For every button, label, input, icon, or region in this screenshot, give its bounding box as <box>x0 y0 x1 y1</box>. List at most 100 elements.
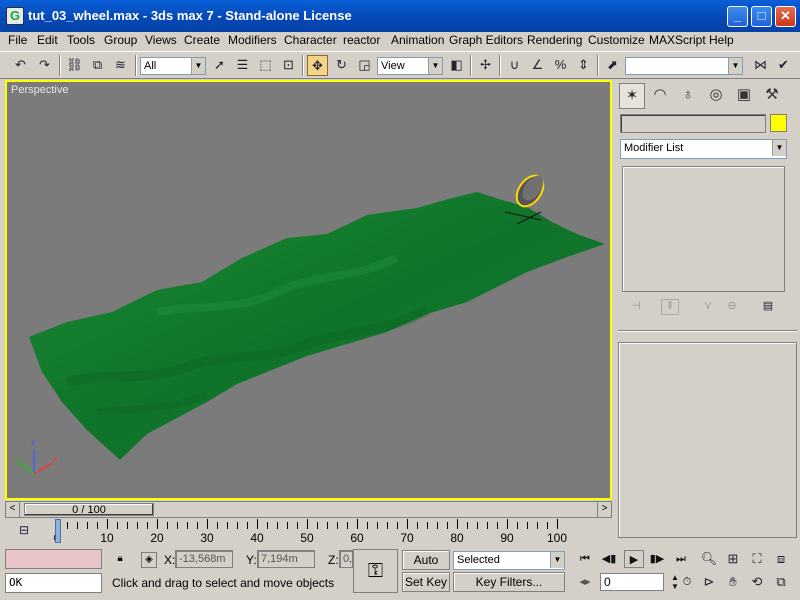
menu-views[interactable]: Views <box>145 33 177 47</box>
pin-stack-icon[interactable]: ⊣ <box>627 299 645 315</box>
x-coordinate-field[interactable]: -13,568m <box>175 550 233 568</box>
zoom-extents-all-icon[interactable]: ⧈ <box>771 549 791 569</box>
time-slider[interactable]: < 0 / 100 > <box>5 501 612 518</box>
toolbar-separator <box>135 55 137 76</box>
y-coordinate-field[interactable]: 7,194m <box>257 550 315 568</box>
prompt-line: Click and drag to select and move object… <box>112 576 335 590</box>
time-slider-prev-icon[interactable]: < <box>6 502 20 517</box>
current-frame-field[interactable]: 0 <box>600 573 664 591</box>
arc-rotate-icon[interactable]: ⟲ <box>747 572 767 592</box>
modifier-stack[interactable] <box>622 166 785 292</box>
hierarchy-tab-icon[interactable]: ♁ <box>675 83 701 109</box>
absolute-mode-icon[interactable]: ◈ <box>141 552 157 568</box>
maximize-button[interactable]: □ <box>751 6 772 27</box>
align-icon[interactable]: ✔ <box>773 55 794 76</box>
show-end-result-icon[interactable]: ‖ <box>661 299 679 315</box>
zoom-extents-icon[interactable]: ⛶ <box>747 549 767 569</box>
pan-view-icon[interactable]: ✋︎ <box>723 572 743 592</box>
angle-snap-icon[interactable]: ∠ <box>527 55 548 76</box>
object-name-field[interactable] <box>620 114 766 133</box>
z-coordinate-field[interactable]: 0,0 <box>339 550 353 568</box>
modify-tab-icon[interactable]: ◠ <box>647 83 673 109</box>
snaps-toggle-icon[interactable]: ∪ <box>504 55 525 76</box>
maxscript-listener-input[interactable] <box>5 549 102 569</box>
redo-icon[interactable]: ↷ <box>34 55 55 76</box>
close-button[interactable]: ✕ <box>775 6 796 27</box>
open-mini-curve-editor-icon[interactable]: ⊟ <box>19 523 29 537</box>
window-crossing-icon[interactable]: ⊡ <box>278 55 299 76</box>
key-filters-button[interactable]: Key Filters... <box>453 572 565 592</box>
time-slider-next-icon[interactable]: > <box>597 502 611 517</box>
named-selection-dropdown[interactable]: ▼ <box>625 57 743 75</box>
app-icon[interactable]: G <box>6 7 24 25</box>
maximize-viewport-icon[interactable]: ⧉ <box>771 572 791 592</box>
select-and-link-icon[interactable]: ⛓ <box>64 55 85 76</box>
menu-rendering[interactable]: Rendering <box>527 33 582 47</box>
set-keys-key-icon[interactable]: ⚿ <box>353 549 398 593</box>
key-mode-dropdown[interactable]: Selected ▼ <box>453 551 565 570</box>
key-mode-toggle-icon[interactable]: ◂▸ <box>575 573 595 591</box>
next-frame-icon[interactable]: ▮▶ <box>647 550 667 568</box>
configure-modifier-sets-icon[interactable]: ▤ <box>759 299 777 315</box>
lock-selection-icon[interactable]: 🔒︎ <box>112 552 128 568</box>
track-bar[interactable]: ⊟ 0102030405060708090100 <box>5 519 612 547</box>
menu-animation[interactable]: Animation <box>391 33 444 47</box>
set-key-button[interactable]: Set Key <box>402 572 450 592</box>
menu-graph-editors[interactable]: Graph Editors <box>449 33 523 47</box>
manipulate-icon[interactable]: ✢ <box>475 55 496 76</box>
select-and-move-icon[interactable]: ✥ <box>307 55 328 76</box>
make-unique-icon[interactable]: ⋎ <box>699 299 717 315</box>
reference-coordinate-dropdown[interactable]: View ▼ <box>377 57 443 75</box>
menu-create[interactable]: Create <box>184 33 220 47</box>
menu-file[interactable]: File <box>8 33 27 47</box>
edit-named-selection-icon[interactable]: ⬈ <box>602 55 623 76</box>
go-to-start-icon[interactable]: ⏮ <box>575 550 595 568</box>
go-to-end-icon[interactable]: ⏭ <box>671 550 691 568</box>
menu-help[interactable]: Help <box>709 33 734 47</box>
bind-space-warp-icon[interactable]: ≋ <box>110 55 131 76</box>
parameters-rollout[interactable] <box>618 342 797 538</box>
remove-modifier-icon[interactable]: ⊖ <box>723 299 741 315</box>
menu-edit[interactable]: Edit <box>37 33 58 47</box>
pivot-center-icon[interactable]: ◧ <box>446 55 467 76</box>
select-object-icon[interactable]: ➚ <box>209 55 230 76</box>
maxscript-listener-output[interactable]: OK <box>5 573 102 593</box>
menu-tools[interactable]: Tools <box>67 33 95 47</box>
modifier-list-dropdown[interactable]: Modifier List ▼ <box>620 139 787 159</box>
rectangular-selection-icon[interactable]: ⬚ <box>255 55 276 76</box>
track-tick <box>547 522 548 529</box>
undo-icon[interactable]: ↶ <box>10 55 31 76</box>
time-slider-thumb[interactable]: 0 / 100 <box>24 503 154 516</box>
menu-modifiers[interactable]: Modifiers <box>228 33 277 47</box>
current-frame-marker[interactable] <box>55 519 61 543</box>
utilities-tab-icon[interactable]: ⚒ <box>759 83 785 109</box>
title-bar[interactable]: G tut_03_wheel.max - 3ds max 7 - Stand-a… <box>0 0 800 32</box>
play-icon[interactable]: ▶ <box>624 550 644 568</box>
zoom-icon[interactable]: 🔍︎ <box>699 549 719 569</box>
time-configuration-icon[interactable]: ⏱ <box>677 573 697 591</box>
menu-customize[interactable]: Customize <box>588 33 645 47</box>
auto-key-button[interactable]: Auto Key <box>402 550 450 585</box>
motion-tab-icon[interactable]: ◎ <box>703 83 729 109</box>
mirror-icon[interactable]: ⋈ <box>750 55 771 76</box>
menu-maxscript[interactable]: MAXScript <box>649 33 706 47</box>
display-tab-icon[interactable]: ▣ <box>731 83 757 109</box>
select-and-rotate-icon[interactable]: ↻ <box>331 55 352 76</box>
field-of-view-icon[interactable]: ⊳ <box>699 572 719 592</box>
unlink-selection-icon[interactable]: ⧉ <box>87 55 108 76</box>
menu-reactor[interactable]: reactor <box>343 33 380 47</box>
object-color-swatch[interactable] <box>770 114 787 132</box>
minimize-button[interactable]: _ <box>727 6 748 27</box>
previous-frame-icon[interactable]: ◀▮ <box>599 550 619 568</box>
spinner-snap-icon[interactable]: ⇕ <box>573 55 594 76</box>
track-tick <box>357 519 358 529</box>
selection-filter-dropdown[interactable]: All ▼ <box>140 57 206 75</box>
perspective-viewport[interactable]: Perspective z x y <box>5 80 612 500</box>
select-and-scale-icon[interactable]: ◲ <box>354 55 375 76</box>
menu-group[interactable]: Group <box>104 33 137 47</box>
menu-character[interactable]: Character <box>284 33 337 47</box>
create-tab-icon[interactable]: ✶ <box>619 83 645 109</box>
zoom-all-icon[interactable]: ⊞ <box>723 549 743 569</box>
select-by-name-icon[interactable]: ☰ <box>232 55 253 76</box>
percent-snap-icon[interactable]: % <box>550 55 571 76</box>
